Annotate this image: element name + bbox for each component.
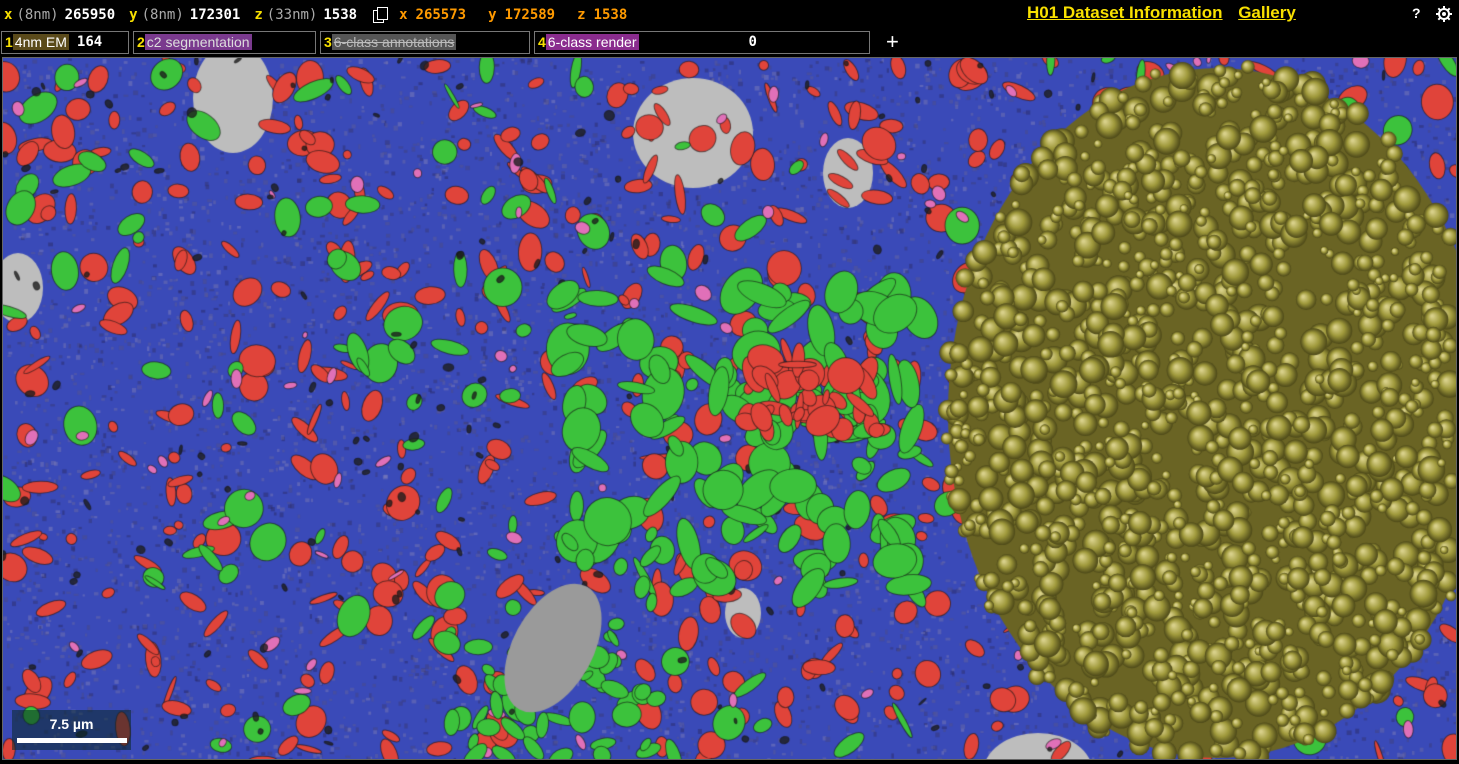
gallery-link[interactable]: Gallery — [1238, 3, 1296, 22]
position-z[interactable]: z (33nm) 1538 — [254, 7, 367, 23]
layer-name: 4nm EM — [12, 34, 69, 50]
position-y[interactable]: y (8nm) 172301 — [129, 7, 250, 23]
axis-unit-x: (8nm) — [16, 6, 59, 23]
position-z-value[interactable]: 1538 — [323, 7, 357, 23]
mouse-z-value: 1538 — [593, 6, 628, 23]
mouse-y-value: 172589 — [504, 6, 556, 23]
axis-unit-y: (8nm) — [141, 6, 184, 23]
layer-annotations[interactable]: 3 6-class annotations — [320, 30, 530, 54]
layer-render[interactable]: 4 6-class render 0 — [534, 30, 870, 54]
mouse-y-label: y — [488, 6, 497, 23]
slice-viewer[interactable]: 7.5 µm — [2, 57, 1457, 760]
position-x[interactable]: x (8nm) 265950 — [4, 7, 125, 23]
layer-name: 6-class render — [545, 34, 639, 50]
mouse-x-label: x — [399, 6, 408, 23]
layer-em[interactable]: 1 4nm EM 164 — [1, 30, 129, 54]
layer-value: 0 — [748, 34, 757, 50]
copy-icon[interactable] — [373, 7, 389, 23]
layer-value: 164 — [76, 34, 103, 50]
help-icon[interactable]: ? — [1412, 5, 1421, 21]
layer-name: 6-class annotations — [331, 34, 457, 50]
scale-bar: 7.5 µm — [12, 710, 131, 750]
layer-name: c2 segmentation — [144, 34, 252, 50]
add-layer-button[interactable]: + — [886, 29, 899, 55]
mouse-x-value: 265573 — [415, 6, 467, 23]
scale-bar-label: 7.5 µm — [49, 716, 94, 732]
layer-number: 2 — [137, 34, 145, 50]
layer-segmentation[interactable]: 2 c2 segmentation — [133, 30, 316, 54]
scale-bar-line — [17, 738, 127, 743]
layer-number: 3 — [324, 34, 332, 50]
layer-number: 4 — [538, 34, 546, 50]
layer-bar: 1 4nm EM 164 2 c2 segmentation 3 6-class… — [0, 29, 1459, 55]
axis-label-y: y — [129, 6, 138, 23]
axis-unit-z: (33nm) — [266, 6, 318, 23]
axis-label-z: z — [254, 6, 263, 23]
mesh-render — [3, 58, 1456, 759]
position-x-value[interactable]: 265950 — [65, 7, 116, 23]
mouse-z-label: z — [577, 6, 586, 23]
axis-label-x: x — [4, 6, 13, 23]
dataset-info-link[interactable]: H01 Dataset Information — [1027, 3, 1223, 22]
layer-number: 1 — [5, 34, 13, 50]
header-links: H01 Dataset Information Gallery — [1027, 3, 1302, 23]
gear-icon[interactable] — [1436, 6, 1452, 22]
mouse-position: x 265573 y 172589 z 1538 — [399, 7, 649, 23]
position-y-value[interactable]: 172301 — [190, 7, 241, 23]
